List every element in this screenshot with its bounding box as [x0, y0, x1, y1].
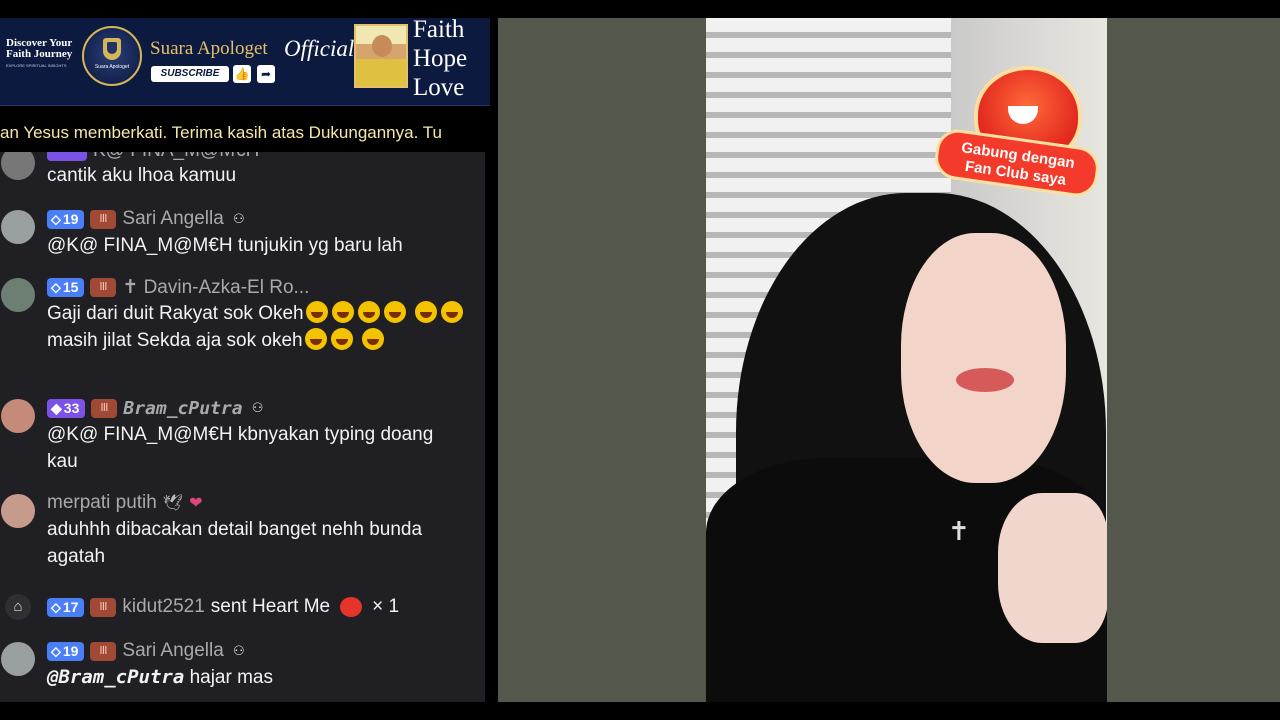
fan-club-badge: lll [90, 597, 117, 617]
gift-icon: ⌂ [5, 594, 31, 620]
username[interactable]: Bram_cPutra [123, 398, 242, 419]
rofl-emoji-icon [440, 301, 463, 323]
dove-icon: 🕊 [162, 495, 184, 512]
rofl-emoji-icon [414, 301, 437, 323]
motto-hope: Hope [413, 45, 468, 72]
level-badge: ⬦ 17 [47, 597, 85, 617]
moderator-icon: ⚇ [232, 643, 245, 658]
shield-icon [103, 38, 121, 60]
motto-love: Love [413, 74, 465, 101]
message-text: @Bram_cPutra hajar mas [47, 666, 273, 688]
level-badge: ⬦ 19 [47, 641, 85, 661]
channel-logo: Suara Apologet [82, 26, 142, 86]
mention: @Bram_cPutra [47, 666, 185, 688]
avatar [1, 210, 35, 244]
streamer-lips [956, 368, 1014, 392]
moderator-icon: ⚇ [232, 211, 245, 226]
fan-club-badge: lll [90, 277, 117, 297]
rofl-emoji-icon [305, 301, 328, 323]
username[interactable]: kidut2521 [122, 596, 204, 618]
channel-name: Suara Apologet [150, 38, 268, 59]
heart-gift-icon [340, 597, 363, 617]
username[interactable]: Sari Angella [122, 208, 223, 230]
share-arrow-icon[interactable]: ➦ [257, 65, 275, 83]
username[interactable]: ✝ Davin-Azka-El Ro... [122, 276, 309, 299]
streamer-face [901, 233, 1066, 483]
fan-club-badge: lll [91, 398, 118, 418]
avatar [1, 494, 35, 528]
channel-banner: Discover Your Faith Journey EXPLORE SPIR… [0, 18, 490, 106]
live-chat-panel[interactable]: K@ FINA_M@M€H cantik aku lhoa kamuu ⬦19 … [0, 152, 485, 702]
banner-tagline: Discover Your Faith Journey EXPLORE SPIR… [6, 38, 78, 69]
subscribe-button[interactable]: SUBSCRIBE [151, 66, 229, 82]
rofl-emoji-icon [361, 328, 384, 350]
level-badge: ◆ 33 [47, 398, 86, 418]
level-badge: ⬦ 19 [47, 209, 85, 229]
username[interactable]: merpati putih [47, 492, 157, 514]
cross-necklace-icon: ✝ [948, 516, 970, 546]
gift-count: × 1 [372, 596, 400, 617]
rofl-emoji-icon [357, 301, 380, 323]
level-badge [47, 152, 87, 161]
avatar [1, 399, 35, 433]
fan-club-badge: lll [90, 209, 117, 229]
fan-club-button[interactable]: Gabung dengan Fan Club saya [930, 60, 1110, 210]
message-text: aduhhh dibacakan detail banget nehh bund… [47, 519, 423, 567]
moderator-icon: ⚇ [251, 400, 264, 415]
username[interactable]: Sari Angella [122, 640, 223, 662]
heart-icon: ❤ [189, 495, 203, 512]
rofl-emoji-icon [331, 301, 354, 323]
motto: Faith Hope Love [413, 18, 467, 102]
rofl-emoji-icon [330, 328, 353, 350]
banner-tagline-small: EXPLORE SPIRITUAL INSIGHTS [6, 63, 67, 68]
scrolling-ticker: an Yesus memberkati. Terima kasih atas D… [0, 123, 442, 142]
rofl-emoji-icon [304, 328, 327, 350]
rofl-emoji-icon [383, 301, 406, 323]
streamer-hand [998, 493, 1107, 643]
gift-text: sent Heart Me [210, 596, 331, 617]
avatar [1, 278, 35, 312]
level-badge: ⬦ 15 [47, 277, 85, 297]
message-text: @K@ FINA_M@M€H tunjukin yg baru lah [47, 235, 403, 256]
message-text: Gaji dari duit Rakyat sok Okeh masih jil… [47, 300, 467, 354]
message-text: @K@ FINA_M@M€H kbnyakan typing doang kau [47, 424, 434, 472]
thumbs-up-icon[interactable]: 👍 [233, 65, 251, 83]
avatar [1, 642, 35, 676]
username[interactable]: K@ FINA_M@M€H [93, 152, 259, 162]
host-photo [354, 24, 408, 88]
fan-club-badge: lll [90, 641, 117, 661]
official-label: Official [284, 36, 355, 61]
message-text: cantik aku lhoa kamuu [47, 165, 237, 186]
motto-faith: Faith [413, 18, 465, 43]
avatar [1, 152, 35, 180]
